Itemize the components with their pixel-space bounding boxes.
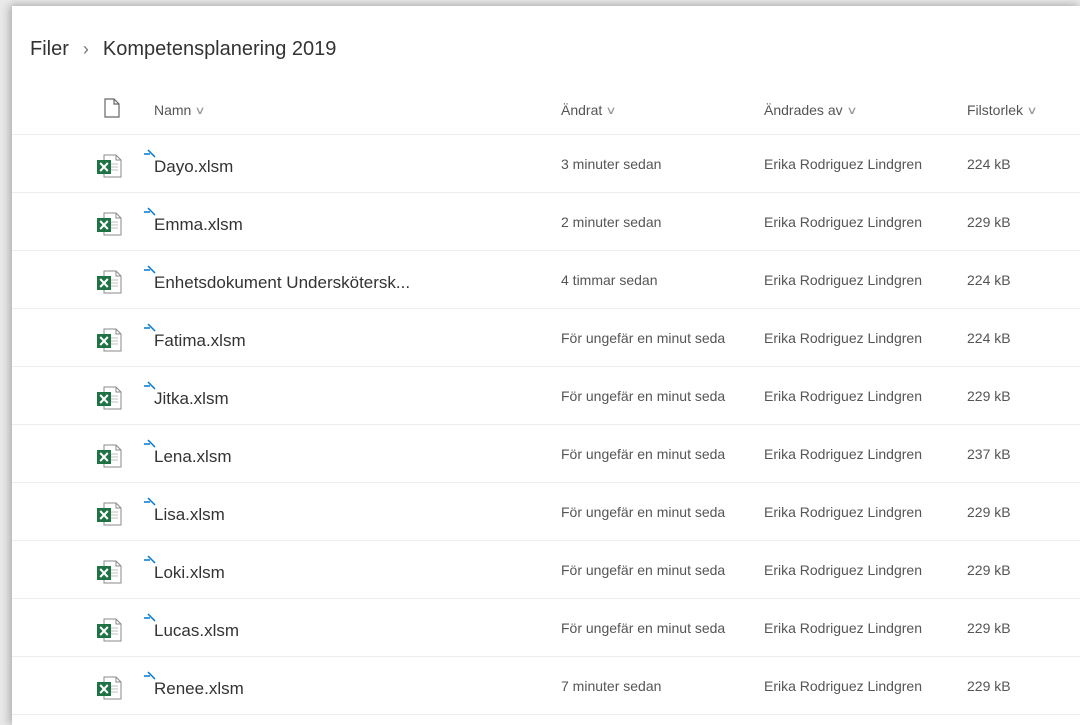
excel-file-icon	[97, 386, 122, 410]
chevron-right-icon: ›	[82, 38, 89, 59]
document-library-panel: Filer › Kompetensplanering 2019 Namn ∨ Ä…	[12, 6, 1080, 725]
excel-file-icon	[97, 444, 122, 468]
file-name-link[interactable]: Dayo.xlsm	[154, 157, 233, 177]
column-header-row: Namn ∨ Ändrat ∨ Ändrades av ∨ Filstorlek…	[12, 94, 1080, 135]
modified-cell: För ungefär en minut seda	[561, 330, 726, 346]
file-row[interactable]: Enhetsdokument Underskötersk... 4 timmar…	[12, 251, 1080, 309]
file-row[interactable]: Lena.xlsm För ungefär en minut seda Erik…	[12, 425, 1080, 483]
modified-cell: För ungefär en minut seda	[561, 504, 726, 520]
file-row[interactable]: Fatima.xlsm För ungefär en minut seda Er…	[12, 309, 1080, 367]
excel-file-icon	[97, 154, 122, 178]
excel-file-icon	[97, 676, 122, 700]
modified-by-cell: Erika Rodriguez Lindgren	[764, 388, 922, 404]
chevron-down-icon: ∨	[194, 104, 207, 117]
file-list: Dayo.xlsm 3 minuter sedan Erika Rodrigue…	[12, 135, 1080, 715]
excel-file-icon	[97, 212, 122, 236]
modified-by-cell: Erika Rodriguez Lindgren	[764, 678, 922, 694]
file-size-cell: 224 kB	[967, 156, 1011, 172]
column-header-size-label: Filstorlek	[967, 102, 1024, 118]
modified-by-cell: Erika Rodriguez Lindgren	[764, 330, 922, 346]
modified-cell: 4 timmar sedan	[561, 272, 658, 288]
column-header-name[interactable]: Namn ∨	[154, 102, 207, 118]
modified-cell: 2 minuter sedan	[561, 214, 662, 230]
document-icon[interactable]	[104, 98, 120, 118]
column-header-size[interactable]: Filstorlek ∨	[967, 102, 1038, 118]
breadcrumb: Filer › Kompetensplanering 2019	[30, 36, 336, 62]
file-row[interactable]: Jitka.xlsm För ungefär en minut seda Eri…	[12, 367, 1080, 425]
breadcrumb-current-folder[interactable]: Kompetensplanering 2019	[103, 38, 337, 61]
modified-cell: För ungefär en minut seda	[561, 388, 726, 404]
file-row[interactable]: Lisa.xlsm För ungefär en minut seda Erik…	[12, 483, 1080, 541]
file-row[interactable]: Emma.xlsm 2 minuter sedan Erika Rodrigue…	[12, 193, 1080, 251]
file-row[interactable]: Dayo.xlsm 3 minuter sedan Erika Rodrigue…	[12, 135, 1080, 193]
modified-by-cell: Erika Rodriguez Lindgren	[764, 504, 922, 520]
file-row[interactable]: Loki.xlsm För ungefär en minut seda Erik…	[12, 541, 1080, 599]
file-size-cell: 229 kB	[967, 678, 1011, 694]
column-header-modified-by[interactable]: Ändrades av ∨	[764, 102, 858, 118]
modified-by-cell: Erika Rodriguez Lindgren	[764, 156, 922, 172]
modified-by-cell: Erika Rodriguez Lindgren	[764, 272, 922, 288]
column-header-modified[interactable]: Ändrat ∨	[561, 102, 617, 118]
file-size-cell: 229 kB	[967, 504, 1011, 520]
file-size-cell: 229 kB	[967, 214, 1011, 230]
modified-cell: 3 minuter sedan	[561, 156, 662, 172]
modified-by-cell: Erika Rodriguez Lindgren	[764, 214, 922, 230]
file-name-link[interactable]: Lena.xlsm	[154, 447, 231, 467]
chevron-down-icon: ∨	[1026, 104, 1038, 117]
chevron-down-icon: ∨	[845, 104, 858, 117]
chevron-down-icon: ∨	[605, 104, 617, 117]
breadcrumb-root-link[interactable]: Filer	[30, 38, 69, 61]
modified-cell: För ungefär en minut seda	[561, 446, 726, 462]
file-name-link[interactable]: Enhetsdokument Underskötersk...	[154, 273, 410, 293]
column-header-modified-label: Ändrat	[561, 102, 603, 118]
file-name-link[interactable]: Fatima.xlsm	[154, 331, 246, 351]
file-name-link[interactable]: Lucas.xlsm	[154, 621, 239, 641]
file-size-cell: 229 kB	[967, 562, 1011, 578]
excel-file-icon	[97, 502, 122, 526]
file-size-cell: 224 kB	[967, 330, 1011, 346]
excel-file-icon	[97, 328, 122, 352]
modified-cell: 7 minuter sedan	[561, 678, 662, 694]
modified-by-cell: Erika Rodriguez Lindgren	[764, 620, 922, 636]
column-header-modified-by-label: Ändrades av	[764, 102, 843, 118]
excel-file-icon	[97, 270, 122, 294]
file-name-link[interactable]: Renee.xlsm	[154, 679, 244, 699]
excel-file-icon	[97, 618, 122, 642]
file-size-cell: 224 kB	[967, 272, 1011, 288]
file-size-cell: 237 kB	[967, 446, 1011, 462]
file-name-link[interactable]: Emma.xlsm	[154, 215, 243, 235]
file-name-link[interactable]: Loki.xlsm	[154, 563, 225, 583]
column-header-name-label: Namn	[154, 102, 192, 118]
file-size-cell: 229 kB	[967, 388, 1011, 404]
file-name-link[interactable]: Lisa.xlsm	[154, 505, 225, 525]
modified-by-cell: Erika Rodriguez Lindgren	[764, 446, 922, 462]
excel-file-icon	[97, 560, 122, 584]
file-row[interactable]: Lucas.xlsm För ungefär en minut seda Eri…	[12, 599, 1080, 657]
file-size-cell: 229 kB	[967, 620, 1011, 636]
file-row[interactable]: Renee.xlsm 7 minuter sedan Erika Rodrigu…	[12, 657, 1080, 715]
modified-cell: För ungefär en minut seda	[561, 620, 726, 636]
file-name-link[interactable]: Jitka.xlsm	[154, 389, 229, 409]
modified-by-cell: Erika Rodriguez Lindgren	[764, 562, 922, 578]
modified-cell: För ungefär en minut seda	[561, 562, 726, 578]
